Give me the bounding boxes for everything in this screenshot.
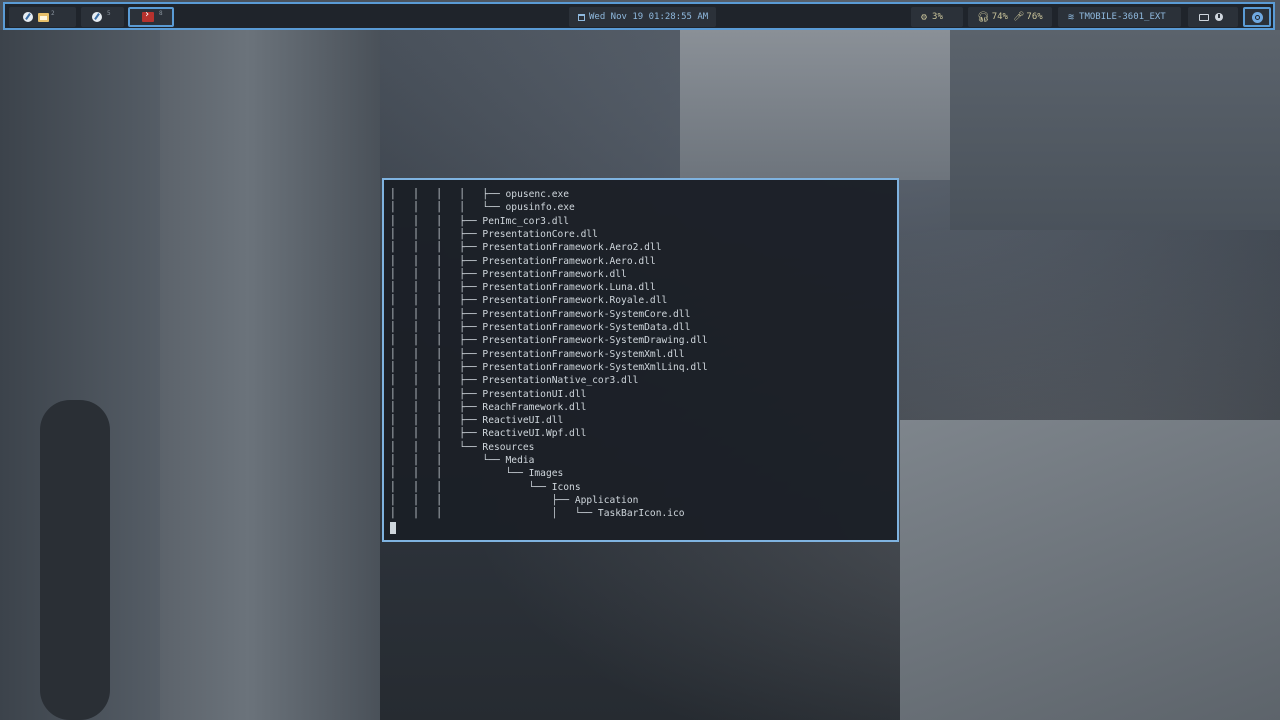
terminal-icon [142,9,154,22]
terminal-line: │ │ │ └── Icons [390,481,581,493]
cpu-indicator[interactable]: ⚙ 3% [911,7,963,27]
browser-icon [23,12,33,22]
clock-text: Wed Nov 19 01:28:55 AM [589,12,709,22]
terminal-line: │ │ │ ├── ReactiveUI.Wpf.dll [390,428,587,440]
workspace-number: 2 [51,9,55,17]
terminal-line: │ │ │ ├── PresentationUI.dll [390,388,587,400]
workspace-8[interactable]: 8 [128,7,174,27]
workspace-number: 5 [107,9,111,17]
keyboard-icon[interactable] [1199,13,1209,21]
terminal-line: │ │ │ ├── PresentationFramework.Aero.dll [390,255,656,267]
terminal-line: │ │ │ ├── ReachFramework.dll [390,401,587,413]
mic-level: 76% [1026,12,1043,22]
terminal-line: │ │ │ ├── PresentationCore.dll [390,228,598,240]
files-icon [38,12,49,22]
headphones-icon: 🎧︎ [977,11,990,23]
calendar-icon [578,13,585,21]
clock[interactable]: Wed Nov 19 01:28:55 AM [569,7,716,27]
wifi-icon: ≋ [1068,11,1075,23]
terminal-line: │ │ │ ├── PresentationFramework-SystemDr… [390,335,708,347]
terminal-line: │ │ │ │ └── TaskBarIcon.ico [390,508,685,520]
power-icon[interactable] [1215,13,1223,21]
terminal-line: │ │ │ ├── PresentationFramework-SystemXm… [390,348,685,360]
terminal-cursor [390,522,396,534]
terminal-window[interactable]: │ │ │ │ ├── opusenc.exe │ │ │ │ └── opus… [382,178,899,542]
system-tray [1188,7,1238,27]
cpu-icon: ⚙ [921,11,928,23]
terminal-line: │ │ │ ├── PresentationNative_cor3.dll [390,375,639,387]
terminal-line: │ │ │ ├── PresentationFramework-SystemXm… [390,361,708,373]
terminal-line: │ │ │ ├── ReactiveUI.dll [390,415,564,427]
terminal-line: │ │ │ ├── PresentationFramework-SystemDa… [390,322,691,333]
terminal-line: │ │ │ │ ├── opusenc.exe [390,189,570,200]
cpu-usage: 3% [932,12,943,22]
workspace-number: 8 [159,9,163,17]
network-name: TMOBILE-3601_EXT [1079,12,1166,22]
terminal-line: │ │ │ └── Images [390,468,564,480]
volume-level: 74% [991,12,1008,22]
workspace-2[interactable]: 2 [9,7,76,27]
terminal-line: │ │ │ ├── PresentationFramework.Aero2.dl… [390,242,662,254]
terminal-line: │ │ │ └── Resources [390,441,535,453]
audio-indicator[interactable]: 🎧︎ 74% 🎤︎ 76% [968,7,1052,27]
system-menu-button[interactable] [1243,7,1271,27]
terminal-line: │ │ │ ├── PresentationFramework.Royale.d… [390,295,668,307]
terminal-line: │ │ │ │ └── opusinfo.exe [390,202,575,214]
terminal-line: │ │ │ ├── PresentationFramework.Luna.dll [390,282,656,294]
terminal-line: │ │ │ └── Media [390,455,535,466]
system-menu-icon [1252,11,1263,23]
terminal-line: │ │ │ ├── PresentationFramework.dll [390,268,627,280]
network-indicator[interactable]: ≋ TMOBILE-3601_EXT [1058,7,1181,27]
browser-icon [92,12,102,22]
terminal-line: │ │ │ ├── PenImc_cor3.dll [390,215,570,227]
terminal-line: │ │ │ ├── Application [390,494,639,506]
workspace-5[interactable]: 5 [81,7,124,27]
microphone-icon: 🎤︎ [1012,12,1025,22]
top-bar: 2 5 8 Wed Nov 19 01:28:55 AM ⚙ 3% 🎧︎ 74%… [3,2,1275,30]
terminal-line: │ │ │ ├── PresentationFramework-SystemCo… [390,308,691,320]
